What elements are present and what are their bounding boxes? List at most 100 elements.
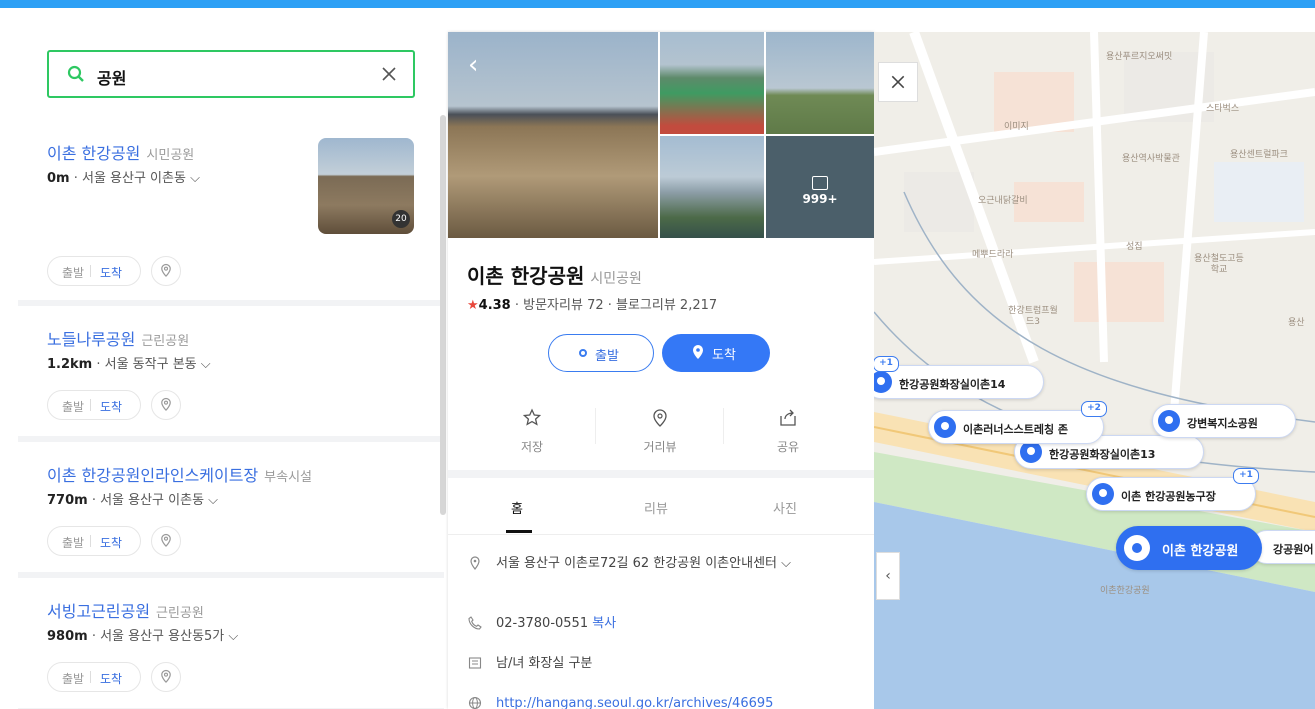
place-category: 시민공원 (590, 271, 642, 287)
copy-link[interactable]: 복사 (592, 616, 616, 631)
map-marker[interactable]: 한강공원화장실이촌14 +1 (874, 356, 1044, 399)
arrive-link[interactable]: 도착 (100, 670, 122, 687)
photo-more[interactable]: 999+ (766, 136, 874, 238)
action-row: 저장 거리뷰 공유 (468, 398, 854, 471)
pin-icon (693, 345, 703, 359)
start-link[interactable]: 출발 (62, 264, 84, 281)
phone-number[interactable]: 02-3780-0551 (496, 616, 588, 631)
share-action[interactable]: 공유 (724, 398, 852, 458)
phone-icon (468, 616, 482, 630)
globe-icon (468, 696, 482, 709)
map-marker[interactable]: 강변복지소공원 (1152, 404, 1296, 438)
poi-label: 용산철도고등학교 (1194, 254, 1244, 275)
result-distance: 980m · 서울 용산구 용산동5가 ⌵ (47, 629, 239, 644)
location-button[interactable] (151, 662, 181, 692)
rating-row: ★4.38 · 방문자리뷰 72 · 블로그리뷰 2,217 (467, 294, 717, 313)
poi-label: 용산센트럴파크 (1230, 150, 1288, 160)
facility-icon (468, 657, 482, 669)
result-category: 부속시설 (264, 470, 313, 485)
search-input[interactable]: 공원 (97, 65, 126, 89)
route-pill[interactable]: 출발 도착 (47, 662, 141, 692)
results-scrollbar[interactable] (440, 115, 446, 515)
start-link[interactable]: 출발 (62, 670, 84, 687)
tab-review[interactable]: 리뷰 (644, 498, 668, 517)
route-pill[interactable]: 출발 도착 (47, 526, 141, 556)
start-link[interactable]: 출발 (62, 398, 84, 415)
active-tab-indicator (506, 530, 532, 533)
arrive-link[interactable]: 도착 (100, 534, 122, 551)
arrive-button[interactable]: 도착 (662, 334, 770, 372)
cluster-badge: +1 (1233, 468, 1259, 484)
cluster-badge: +2 (1081, 401, 1107, 417)
facility-text: 남/녀 화장실 구분 (496, 656, 593, 671)
photo-main[interactable] (448, 32, 658, 238)
route-pill[interactable]: 출발 도착 (47, 390, 141, 420)
address-text[interactable]: 서울 용산구 이촌로72길 62 한강공원 이촌안내센터 ⌵ (496, 554, 856, 573)
photo-thumb[interactable] (660, 136, 764, 238)
result-name[interactable]: 서빙고근린공원 근린공원 (47, 598, 204, 622)
location-pin-icon (161, 397, 171, 411)
poi-label: 성집 (1126, 242, 1143, 252)
list-item[interactable]: 서빙고근린공원 근린공원 980m · 서울 용산구 용산동5가 ⌵ 출발 도착 (18, 578, 444, 709)
location-pin-icon (161, 533, 171, 547)
map-view[interactable]: 용산푸르지오써밋 스타벅스 이미지 용산역사박물관 용산센트럴파크 오근내닭갈비… (874, 32, 1315, 709)
poi-label: 용산역사박물관 (1122, 154, 1180, 164)
result-category: 근린공원 (156, 606, 204, 621)
back-arrow-icon[interactable]: ‹ (468, 50, 478, 80)
poi-label: 이촌한강공원 (1100, 586, 1150, 596)
start-button[interactable]: 출발 (548, 334, 654, 372)
collapse-panel-button[interactable]: ‹ (876, 552, 900, 600)
photo-thumb[interactable] (660, 32, 764, 134)
result-name[interactable]: 이촌 한강공원인라인스케이트장 부속시설 (47, 462, 312, 486)
results-list: 이촌 한강공원 시민공원 0m · 서울 용산구 이촌동 ⌵ 20 출발 도착 노들… (18, 116, 444, 709)
save-action[interactable]: 저장 (468, 398, 596, 458)
map-marker[interactable]: 이촌 한강공원농구장 +1 (1086, 468, 1259, 511)
result-thumbnail[interactable]: 20 (318, 138, 414, 234)
location-button[interactable] (151, 256, 181, 286)
pill-divider (90, 399, 91, 411)
map-marker[interactable]: 이촌러너스스트레칭 존 +2 (928, 401, 1107, 444)
marker-pin-icon (1092, 483, 1114, 505)
tab-home[interactable]: 홈 (511, 498, 523, 517)
top-accent-bar (0, 0, 1315, 8)
list-item[interactable]: 노들나루공원 근린공원 1.2km · 서울 동작구 본동 ⌵ 출발 도착 (18, 306, 444, 442)
clear-search-icon[interactable] (379, 64, 399, 84)
rating-value: 4.38 (478, 298, 511, 313)
result-distance: 770m · 서울 용산구 이촌동 ⌵ (47, 493, 219, 508)
marker-pin-icon (1158, 410, 1180, 432)
search-icon (67, 65, 84, 82)
homepage-link[interactable]: http://hangang.seoul.go.kr/archives/4669… (496, 696, 773, 709)
result-category: 시민공원 (146, 148, 195, 163)
results-panel: 공원 이촌 한강공원 시민공원 0m · 서울 용산구 이촌동 ⌵ 20 출발 도착… (18, 32, 444, 709)
photo-thumb[interactable] (766, 32, 874, 134)
gallery-icon (812, 176, 828, 190)
photo-count-badge: 20 (392, 210, 410, 228)
location-button[interactable] (151, 390, 181, 420)
result-name[interactable]: 이촌 한강공원 시민공원 (47, 140, 194, 164)
tab-photo[interactable]: 사진 (773, 498, 797, 517)
close-button[interactable] (878, 62, 918, 102)
poi-label: 오근내닭갈비 (978, 196, 1028, 206)
route-pill[interactable]: 출발 도착 (47, 256, 141, 286)
selected-map-marker[interactable]: 이촌 한강공원 (1116, 526, 1262, 570)
search-box[interactable]: 공원 (47, 50, 415, 98)
list-item[interactable]: 이촌 한강공원 시민공원 0m · 서울 용산구 이촌동 ⌵ 20 출발 도착 (18, 116, 444, 306)
result-name[interactable]: 노들나루공원 근린공원 (47, 326, 189, 350)
review-counts[interactable]: · 방문자리뷰 72 · 블로그리뷰 2,217 (511, 298, 717, 313)
pill-divider (90, 671, 91, 683)
start-link[interactable]: 출발 (62, 534, 84, 551)
location-pin-icon (161, 263, 171, 277)
result-distance: 0m · 서울 용산구 이촌동 ⌵ (47, 171, 200, 186)
list-item[interactable]: 이촌 한강공원인라인스케이트장 부속시설 770m · 서울 용산구 이촌동 ⌵ … (18, 442, 444, 578)
photo-grid: 999+ ‹ (448, 32, 874, 238)
cluster-badge: +1 (874, 356, 899, 372)
poi-label: 이미지 (1004, 122, 1029, 132)
pill-divider (90, 265, 91, 277)
arrive-link[interactable]: 도착 (100, 264, 122, 281)
marker-pin-icon (874, 371, 892, 393)
location-button[interactable] (151, 526, 181, 556)
poi-label: 스타벅스 (1206, 104, 1240, 114)
arrive-link[interactable]: 도착 (100, 398, 122, 415)
marker-pin-icon (934, 416, 956, 438)
street-view-action[interactable]: 거리뷰 (596, 398, 724, 458)
